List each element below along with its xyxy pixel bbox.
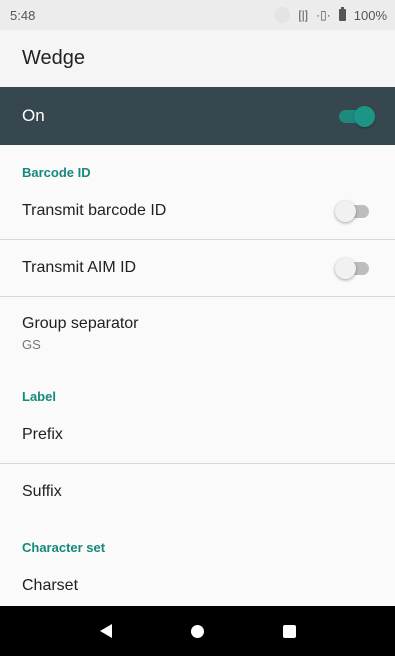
prefix-row[interactable]: Prefix <box>0 407 395 463</box>
app-bar: Wedge <box>0 30 395 87</box>
page-title: Wedge <box>22 47 86 69</box>
transmit-barcode-id-toggle[interactable] <box>335 200 373 222</box>
battery-icon <box>338 7 346 21</box>
vibrate-icon: ·▯· <box>316 8 331 22</box>
battery-percent: 100% <box>353 7 387 23</box>
toggle-thumb <box>335 201 356 222</box>
transmit-aim-id-toggle[interactable] <box>335 257 373 279</box>
transmit-aim-id-row[interactable]: Transmit AIM ID <box>0 240 395 296</box>
suffix-label: Suffix <box>22 483 62 500</box>
scanner-icon: [|] <box>298 8 309 22</box>
transmit-barcode-id-label: Transmit barcode ID <box>22 202 167 219</box>
transmit-barcode-id-row[interactable]: Transmit barcode ID <box>0 183 395 239</box>
status-icons: [|] ·▯· 100% <box>274 7 387 23</box>
settings-list[interactable]: Barcode ID Transmit barcode ID Transmit … <box>0 145 395 606</box>
status-time: 5:48 <box>10 7 36 23</box>
prefix-label: Prefix <box>22 426 63 443</box>
group-separator-label: Group separator <box>22 314 139 332</box>
back-icon[interactable] <box>99 624 112 638</box>
toggle-thumb <box>335 258 356 279</box>
navigation-bar <box>0 606 395 656</box>
master-switch-bar[interactable]: On <box>0 87 395 145</box>
section-header-label: Label <box>22 389 56 404</box>
status-bar: 5:48 [|] ·▯· 100% <box>0 0 395 30</box>
recents-icon[interactable] <box>282 624 296 638</box>
group-separator-row[interactable]: Group separator GS <box>0 297 395 369</box>
master-switch-label: On <box>22 106 45 125</box>
toggle-thumb <box>354 106 375 127</box>
charset-row[interactable]: Charset <box>0 558 395 606</box>
group-separator-value: GS <box>22 336 41 352</box>
charset-label: Charset <box>22 577 79 594</box>
section-header-barcode-id: Barcode ID <box>22 165 91 180</box>
section-header-character-set: Character set <box>22 540 106 555</box>
home-icon[interactable] <box>190 624 204 638</box>
suffix-row[interactable]: Suffix <box>0 464 395 520</box>
notification-dot <box>274 7 291 23</box>
master-toggle[interactable] <box>337 105 375 127</box>
transmit-aim-id-label: Transmit AIM ID <box>22 259 137 276</box>
